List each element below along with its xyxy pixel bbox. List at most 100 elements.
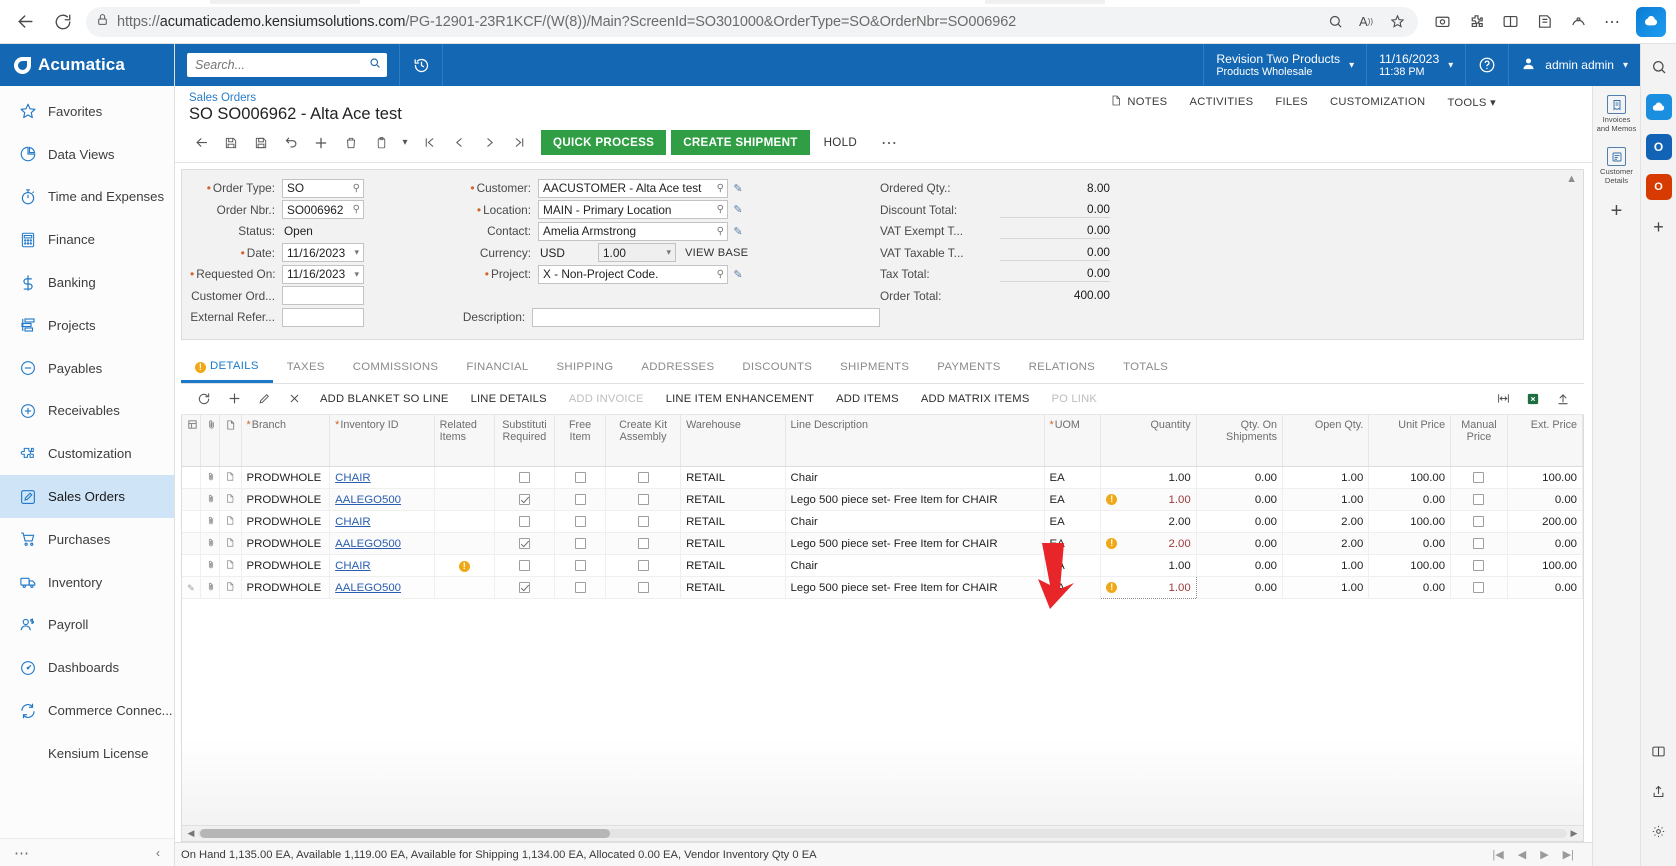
row-note-icon[interactable] [219,532,242,555]
column-header-branch[interactable]: *Branch [241,414,331,467]
upload-icon[interactable] [1548,388,1578,410]
inventory-id-link[interactable]: CHAIR [335,560,370,572]
split-screen-icon[interactable] [1646,738,1672,764]
settings-gear-icon[interactable] [1646,818,1672,844]
column-header-clip[interactable] [200,414,220,467]
export-excel-icon[interactable] [1518,388,1548,410]
customer-input[interactable]: AACUSTOMER - Alta Ace test ⚲ [538,178,728,198]
column-header-warehouse[interactable]: Warehouse [680,414,786,467]
edit-contact-icon[interactable]: ✎ [728,225,748,238]
grid-horizontal-scrollbar[interactable]: ◀ ▶ [182,825,1583,841]
cell-quantity[interactable]: ! 2.00 [1100,532,1197,555]
sidebar-item-data-views[interactable]: Data Views [0,133,174,176]
chevron-left-icon[interactable]: ‹ [156,846,160,860]
business-date-selector[interactable]: 11/16/2023 11:38 PM ▾ [1367,44,1465,86]
description-input[interactable] [532,307,880,327]
column-header-uom[interactable]: *UOM [1044,414,1102,467]
quantity-warning-icon[interactable]: ! [1106,538,1118,549]
table-row[interactable]: PRODWHOLE CHAIR! RETAIL Chair EA 1.00 0.00 1.00… [182,554,1584,577]
clock-history-icon[interactable] [400,44,442,86]
chevron-down-icon[interactable]: ▾ [397,130,413,155]
cell-related-items[interactable]: ! [434,554,495,577]
settings-more-icon[interactable]: ⋯ [1596,7,1628,37]
manual-price-checkbox[interactable] [1473,515,1485,527]
row-note-icon[interactable] [219,576,242,599]
copilot-icon[interactable] [1636,6,1666,37]
cell-free-item[interactable] [554,466,607,489]
scroll-left-icon[interactable]: ◀ [184,828,198,839]
cell-quantity[interactable]: ! 1.00 [1100,488,1197,511]
read-aloud-icon[interactable]: A)) [1354,7,1378,37]
clipboard-icon[interactable] [367,130,395,155]
grid-settings-icon[interactable] [187,419,198,433]
chevron-down-icon[interactable]: ▾ [354,247,359,258]
next-page-icon[interactable] [475,130,503,155]
grid-button-line-item-enhancement[interactable]: LINE ITEM ENHANCEMENT [655,393,825,405]
sidebar-item-finance[interactable]: Finance [0,218,174,261]
cell-inventory-id[interactable]: CHAIR [329,554,435,577]
chevron-up-icon[interactable]: ▲ [1566,173,1577,185]
right-rail-item-customer-details[interactable]: Customer Details [1596,144,1638,188]
create-kit-assembly-checkbox[interactable] [637,471,649,483]
row-attachment-icon[interactable] [200,466,220,489]
search-icon[interactable] [369,56,381,74]
row-attachment-icon[interactable] [200,532,220,555]
tab-taxes[interactable]: TAXES [273,355,339,383]
tab-relations[interactable]: RELATIONS [1015,355,1109,383]
table-row[interactable]: PRODWHOLE CHAIR RETAIL Chair EA 1.00 0.00 1.00 1… [182,466,1584,489]
add-icon[interactable] [307,130,335,155]
grid-button-line-details[interactable]: LINE DETAILS [460,393,558,405]
manual-price-checkbox[interactable] [1473,471,1485,483]
add-panel-icon[interactable]: + [1611,200,1623,223]
tab-totals[interactable]: TOTALS [1109,355,1182,383]
substitution-required-checkbox[interactable] [518,559,530,571]
quick-process-button[interactable]: QUICK PROCESS [541,130,667,155]
manual-price-checkbox[interactable] [1473,559,1485,571]
free-item-checkbox[interactable] [574,537,586,549]
inventory-id-link[interactable]: AALEGO500 [335,494,401,506]
office-icon[interactable]: O [1645,174,1672,200]
chevron-down-icon-currency[interactable]: ▾ [666,247,671,258]
lookup-icon-2[interactable]: ⚲ [353,204,360,215]
free-item-checkbox[interactable] [574,581,586,593]
row-note-icon[interactable] [219,488,242,511]
cell-manual-price[interactable] [1450,488,1508,511]
substitution-required-checkbox[interactable] [518,581,530,593]
free-item-checkbox[interactable] [574,471,586,483]
inventory-id-link[interactable]: AALEGO500 [335,538,401,550]
favorite-star-icon[interactable] [1386,7,1408,37]
notes-link[interactable]: NOTES [1110,94,1167,110]
order-nbr-input[interactable]: SO006962 ⚲ [282,200,364,220]
cell-create-kit-assembly[interactable] [605,488,682,511]
substitution-required-checkbox[interactable] [518,471,530,483]
row-attachment-icon[interactable] [200,488,220,511]
column-header-unit_price[interactable]: Unit Price [1368,414,1452,467]
cell-quantity[interactable]: 1.00 [1100,554,1197,577]
sidebar-item-customization[interactable]: Customization [0,432,174,475]
currency-rate-input[interactable]: 1.00 ▾ [598,243,676,263]
sidebar-item-payables[interactable]: Payables [0,347,174,390]
substitution-required-checkbox[interactable] [518,515,530,527]
column-header-ext_price[interactable]: Ext. Price [1507,414,1584,467]
contact-input[interactable]: Amelia Armstrong ⚲ [538,221,728,241]
prev-page-icon[interactable]: ◀ [1518,848,1526,861]
sidebar-item-receivables[interactable]: Receivables [0,390,174,433]
edit-row-icon[interactable] [249,388,279,410]
cell-inventory-id[interactable]: AALEGO500 [329,576,435,599]
add-app-icon[interactable]: + [1646,214,1672,240]
related-items-warning-icon[interactable]: ! [458,560,470,572]
tools-link[interactable]: TOOLS ▾ [1447,96,1496,109]
split-screen-icon[interactable] [1494,7,1526,37]
hold-button[interactable]: HOLD [812,130,869,155]
paperclip-icon[interactable] [206,419,217,433]
manual-price-checkbox[interactable] [1473,581,1485,593]
row-attachment-icon[interactable] [200,576,220,599]
cell-inventory-id[interactable]: AALEGO500 [329,488,435,511]
cell-free-item[interactable] [554,510,607,533]
row-note-icon[interactable] [219,554,242,577]
activities-link[interactable]: ACTIVITIES [1189,96,1253,108]
column-header-create_kit_assembly[interactable]: Create Kit Assembly [605,414,682,467]
location-input[interactable]: MAIN - Primary Location ⚲ [538,200,728,220]
screenshot-icon[interactable] [1426,7,1458,37]
column-header-grid_icon[interactable] [182,414,201,467]
